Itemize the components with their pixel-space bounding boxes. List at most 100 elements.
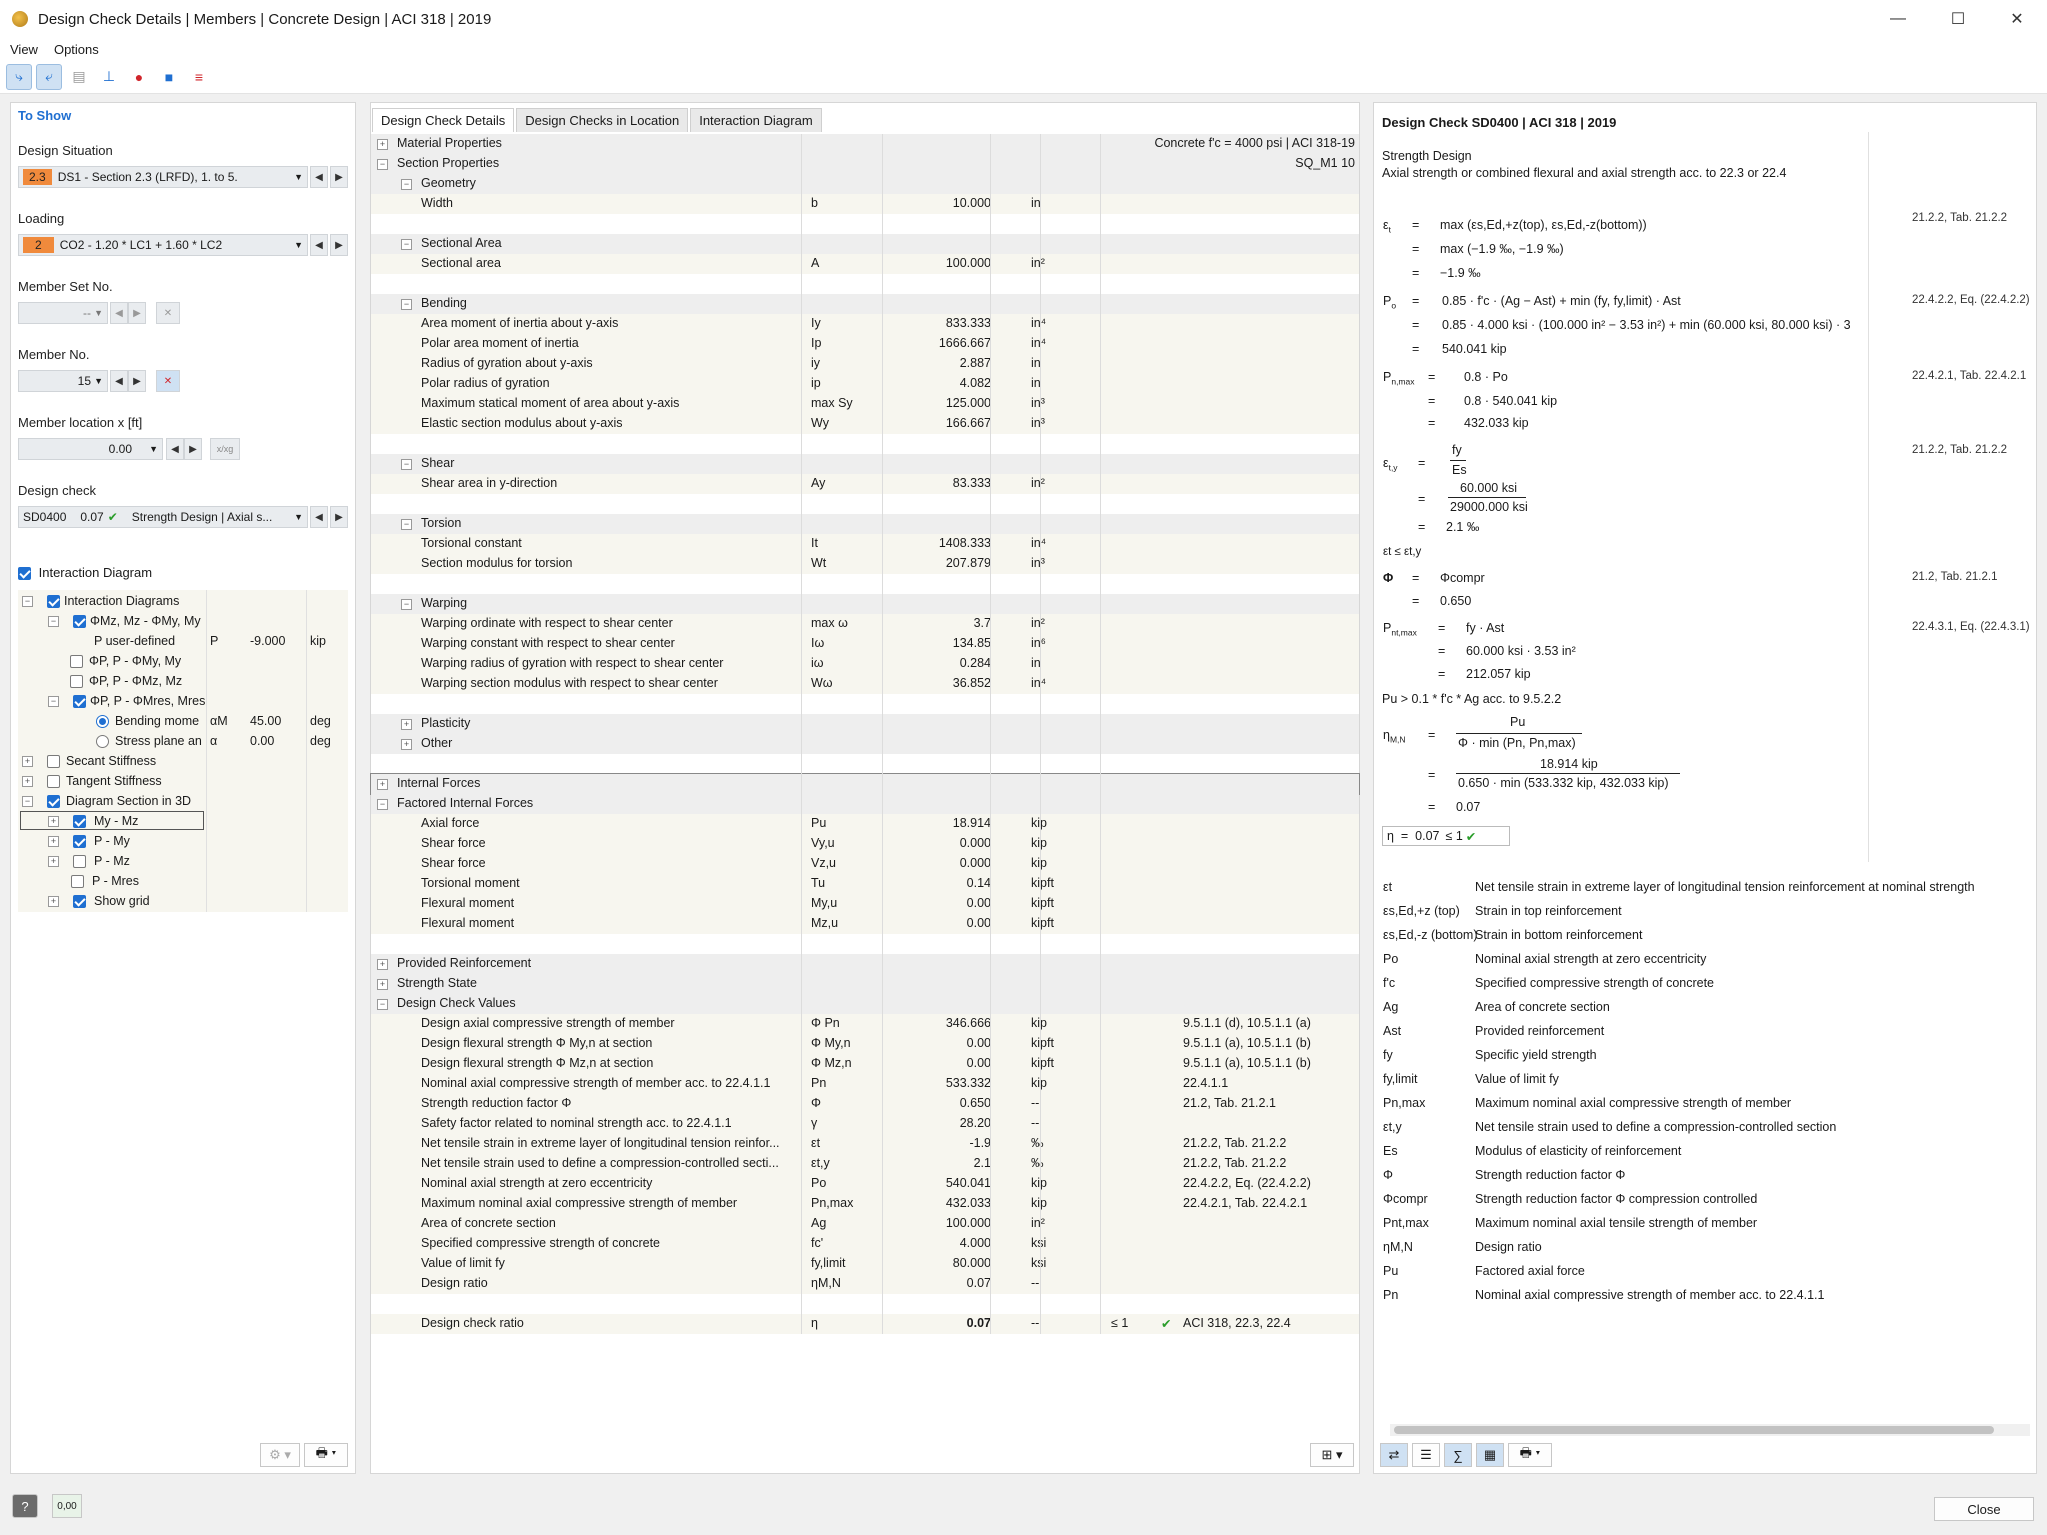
next-situation-button[interactable]: ▶: [330, 166, 348, 188]
pick-member-set-icon[interactable]: ✕: [156, 302, 180, 324]
print-button[interactable]: 🖶 ▾: [304, 1443, 348, 1467]
menu-options[interactable]: Options: [54, 42, 99, 57]
collapse-icon[interactable]: −: [48, 696, 59, 707]
select-tool-icon[interactable]: ⤷: [6, 64, 32, 90]
member-icon[interactable]: ⊥: [96, 64, 122, 90]
group-plasticity[interactable]: +Plasticity: [371, 714, 1359, 734]
expand-icon[interactable]: +: [48, 856, 59, 867]
list-icon[interactable]: ▤: [66, 64, 92, 90]
expand-icon[interactable]: +: [48, 896, 59, 907]
scrollbar-thumb[interactable]: [1394, 1426, 1994, 1434]
collapse-icon[interactable]: −: [22, 796, 33, 807]
group-geometry[interactable]: −Geometry: [371, 174, 1359, 194]
tree-item-my-mz[interactable]: +My - Mz: [48, 811, 138, 831]
prev-location-button[interactable]: ◀: [166, 438, 184, 460]
math-view-icon[interactable]: ∑: [1444, 1443, 1472, 1467]
tree-checkbox[interactable]: [73, 855, 86, 868]
member-no-select[interactable]: 15 ▼: [18, 370, 108, 392]
section-material-properties[interactable]: +Material PropertiesConcrete f'c = 4000 …: [371, 134, 1359, 154]
tree-checkbox[interactable]: [47, 795, 60, 808]
section-provided-reinforcement[interactable]: +Provided Reinforcement: [371, 954, 1359, 974]
section-factored-internal-forces[interactable]: −Factored Internal Forces: [371, 794, 1359, 814]
group-bending[interactable]: −Bending: [371, 294, 1359, 314]
member-set-select[interactable]: -- ▼: [18, 302, 108, 324]
expand-icon[interactable]: +: [377, 979, 388, 990]
horizontal-scrollbar[interactable]: [1390, 1424, 2030, 1436]
tree-checkbox[interactable]: [71, 875, 84, 888]
group-shear[interactable]: −Shear: [371, 454, 1359, 474]
section-strength-state[interactable]: +Strength State: [371, 974, 1359, 994]
close-button[interactable]: Close: [1934, 1497, 2034, 1521]
group-other[interactable]: +Other: [371, 734, 1359, 754]
next-location-button[interactable]: ▶: [184, 438, 202, 460]
tree-item-phip-mz[interactable]: ΦP, P - ΦMz, Mz: [70, 671, 182, 691]
design-situation-select[interactable]: 2.3 DS1 - Section 2.3 (LRFD), 1. to 5. ▼: [18, 166, 308, 188]
section-icon[interactable]: ≡: [186, 64, 212, 90]
tree-item-phimz[interactable]: −ΦMz, Mz - ΦMy, My: [48, 611, 206, 631]
tree-checkbox[interactable]: [73, 895, 86, 908]
group-sectional-area[interactable]: −Sectional Area: [371, 234, 1359, 254]
close-window-button[interactable]: ✕: [1987, 0, 2047, 38]
tree-checkbox[interactable]: [70, 675, 83, 688]
p-user-input[interactable]: -9.000: [250, 631, 285, 651]
loading-select[interactable]: 2 CO2 - 1.20 * LC1 + 1.60 * LC2 ▼: [18, 234, 308, 256]
stress-plane-input[interactable]: 0.00: [250, 731, 274, 751]
tree-item-phip-my[interactable]: ΦP, P - ΦMy, My: [70, 651, 181, 671]
expand-icon[interactable]: +: [22, 756, 33, 767]
tree-item-p-mz[interactable]: +P - Mz: [48, 851, 130, 871]
view-options-button[interactable]: ⚙ ▾: [260, 1443, 300, 1467]
group-warping[interactable]: −Warping: [371, 594, 1359, 614]
number-icon[interactable]: ■: [156, 64, 182, 90]
tree-checkbox[interactable]: [70, 655, 83, 668]
tree-item-secant-stiffness[interactable]: +Secant Stiffness: [22, 751, 156, 771]
collapse-icon[interactable]: −: [377, 999, 388, 1010]
expand-icon[interactable]: +: [401, 719, 412, 730]
list-view-icon[interactable]: ☰: [1412, 1443, 1440, 1467]
radio-button[interactable]: [96, 715, 109, 728]
pick-member-icon[interactable]: ✕: [156, 370, 180, 392]
tree-checkbox[interactable]: [73, 615, 86, 628]
tree-item-diagram-section-3d[interactable]: −Diagram Section in 3D: [22, 791, 191, 811]
next-member-set-button[interactable]: ▶: [128, 302, 146, 324]
select-alt-tool-icon[interactable]: ⤶: [36, 64, 62, 90]
interaction-diagram-checkbox[interactable]: [18, 567, 31, 580]
tree-checkbox[interactable]: [47, 755, 60, 768]
expand-icon[interactable]: +: [22, 776, 33, 787]
collapse-icon[interactable]: −: [377, 799, 388, 810]
tab-interaction-diagram[interactable]: Interaction Diagram: [690, 108, 821, 132]
export-button[interactable]: ⊞ ▾: [1310, 1443, 1354, 1467]
section-section-properties[interactable]: −Section PropertiesSQ_M1 10: [371, 154, 1359, 174]
collapse-icon[interactable]: −: [401, 299, 412, 310]
tab-design-checks-in-location[interactable]: Design Checks in Location: [516, 108, 688, 132]
collapse-icon[interactable]: −: [401, 599, 412, 610]
tree-checkbox[interactable]: [73, 695, 86, 708]
collapse-icon[interactable]: −: [22, 596, 33, 607]
next-loading-button[interactable]: ▶: [330, 234, 348, 256]
member-location-select[interactable]: 0.00 ▼: [18, 438, 163, 460]
prev-situation-button[interactable]: ◀: [310, 166, 328, 188]
group-torsion[interactable]: −Torsion: [371, 514, 1359, 534]
tree-item-phip-mres[interactable]: −ΦP, P - ΦMres, Mres: [48, 691, 206, 711]
tab-design-check-details[interactable]: Design Check Details: [372, 108, 514, 132]
design-check-select[interactable]: SD0400 0.07 ✔ Strength Design | Axial s.…: [18, 506, 308, 528]
prev-member-button[interactable]: ◀: [110, 370, 128, 392]
prev-check-button[interactable]: ◀: [310, 506, 328, 528]
tree-item-p-mres[interactable]: P - Mres: [48, 871, 139, 891]
expand-icon[interactable]: +: [377, 779, 388, 790]
relative-location-button[interactable]: x/xg: [210, 438, 240, 460]
expand-icon[interactable]: +: [377, 959, 388, 970]
prev-loading-button[interactable]: ◀: [310, 234, 328, 256]
print-report-button[interactable]: 🖶 ▾: [1508, 1443, 1552, 1467]
expand-icon[interactable]: +: [401, 739, 412, 750]
tree-item-interaction-diagrams[interactable]: −Interaction Diagrams: [22, 591, 179, 611]
section-internal-forces[interactable]: +Internal Forces: [371, 774, 1359, 794]
image-view-icon[interactable]: ▦: [1476, 1443, 1504, 1467]
bending-angle-input[interactable]: 45.00: [250, 711, 281, 731]
interaction-diagram-toggle[interactable]: Interaction Diagram: [18, 565, 152, 580]
expand-icon[interactable]: +: [377, 139, 388, 150]
tree-item-p-user[interactable]: P user-defined: [94, 631, 175, 651]
minimize-button[interactable]: —: [1868, 0, 1928, 38]
tree-checkbox[interactable]: [73, 815, 86, 828]
radio-button[interactable]: [96, 735, 109, 748]
tree-item-tangent-stiffness[interactable]: +Tangent Stiffness: [22, 771, 162, 791]
